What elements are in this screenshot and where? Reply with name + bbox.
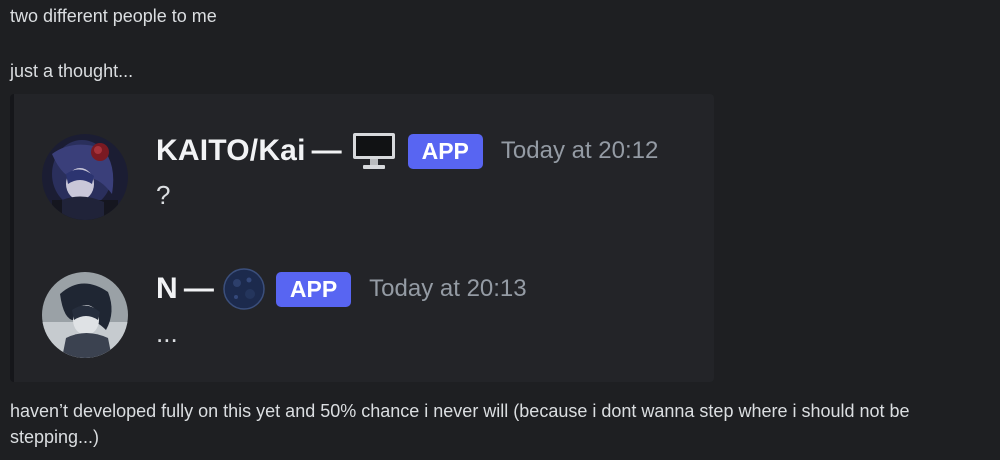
app-badge: APP <box>275 271 352 307</box>
avatar-image <box>42 134 128 220</box>
app-badge: APP <box>407 133 483 169</box>
separator: — <box>183 272 214 305</box>
monitor-icon <box>350 131 398 171</box>
message-content: ... <box>156 318 178 348</box>
message-content: ? <box>156 180 171 210</box>
avatar-image <box>42 272 128 358</box>
avatar[interactable] <box>42 272 128 358</box>
message-header: KAITO/Kai — APP Today at 20:12 <box>156 130 658 172</box>
timestamp: Today at 20:13 <box>369 275 527 302</box>
message-header: N — APP Today at 20:13 <box>156 268 527 310</box>
separator: — <box>311 134 342 167</box>
message-text-line: two different people to me <box>10 6 217 26</box>
message-text-line: haven’t developed fully on this yet and … <box>10 401 910 447</box>
username[interactable]: N <box>156 272 178 306</box>
moon-icon <box>222 267 266 311</box>
username[interactable]: KAITO/Kai <box>156 134 306 168</box>
avatar[interactable] <box>42 134 128 220</box>
quoted-conversation-embed: KAITO/Kai — APP Today at 20:12 ? N — APP… <box>10 94 714 382</box>
timestamp: Today at 20:12 <box>500 137 659 164</box>
message-text-line: just a thought... <box>10 61 134 81</box>
